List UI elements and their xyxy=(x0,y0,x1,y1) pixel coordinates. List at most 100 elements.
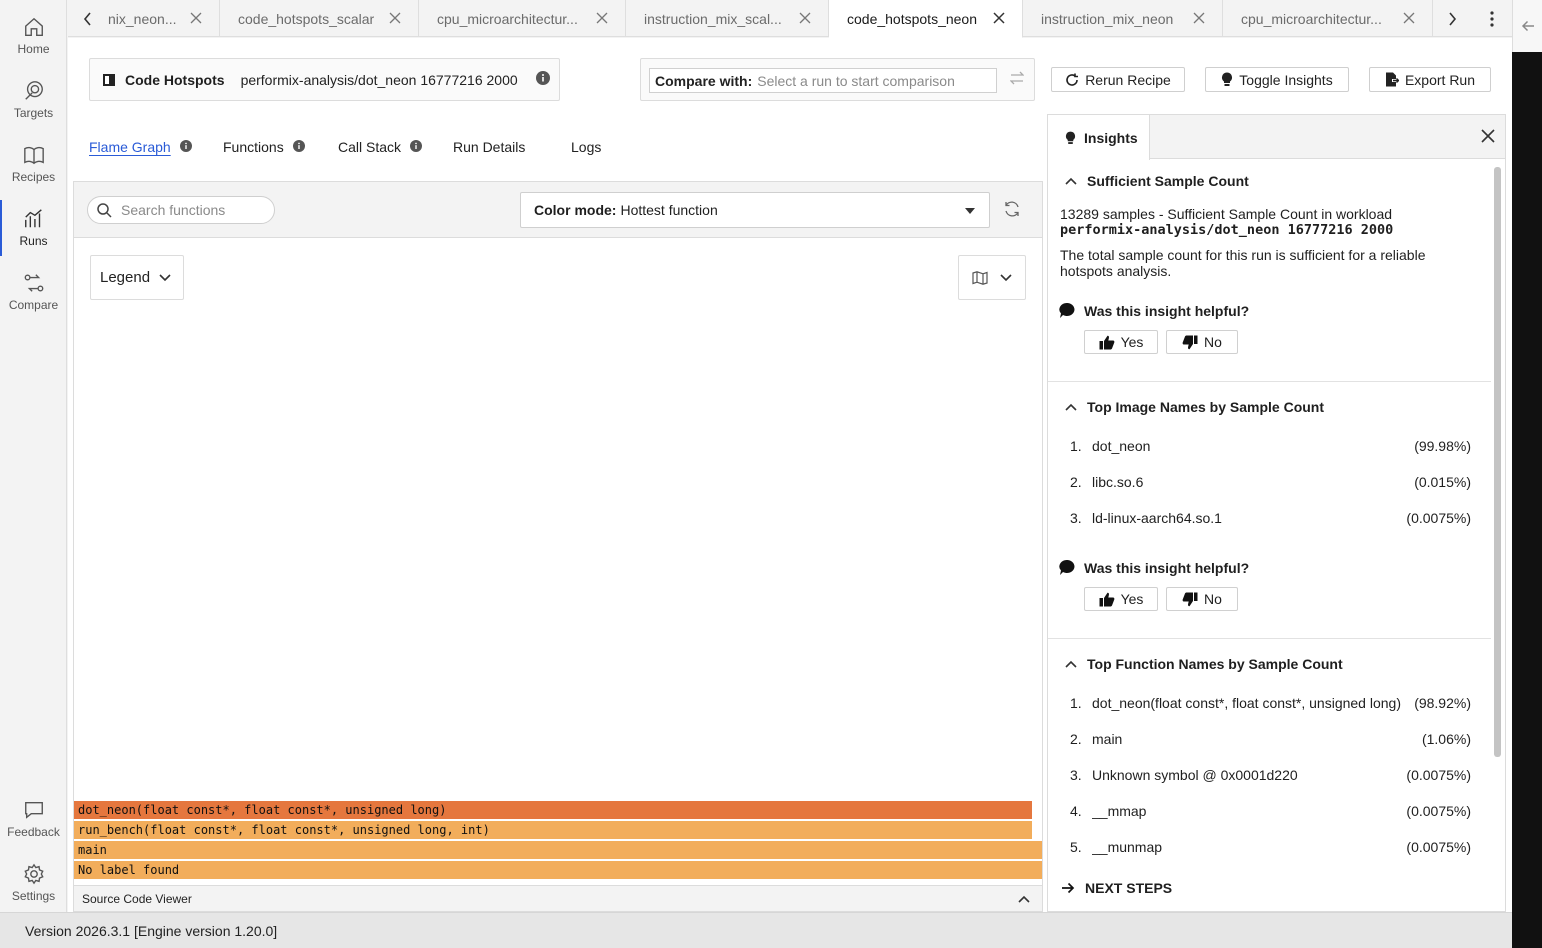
tab-item-active[interactable]: code_hotspots_neon xyxy=(829,0,1023,38)
list-item-pct: (0.015%) xyxy=(1414,474,1471,490)
book-icon xyxy=(103,73,115,86)
lightbulb-icon xyxy=(1222,72,1233,86)
helpful-question: Was this insight helpful? xyxy=(1059,559,1249,576)
legend-toggle[interactable]: Legend xyxy=(90,255,184,300)
compare-placeholder: Select a run to start comparison xyxy=(757,72,955,89)
nav-label: Runs xyxy=(19,234,48,248)
source-viewer-label: Source Code Viewer xyxy=(82,891,192,906)
list-item: 3. ld-linux-aarch64.so.1 (0.0075%) xyxy=(1070,508,1471,528)
tab-scroll-right-button[interactable] xyxy=(1434,0,1470,37)
tab-label: Call Stack xyxy=(338,139,402,155)
tab-item[interactable]: instruction_mix_scal... xyxy=(626,0,829,37)
next-steps-header[interactable]: NEXT STEPS xyxy=(1061,880,1172,896)
close-icon[interactable] xyxy=(187,9,205,27)
no-button[interactable]: No xyxy=(1166,587,1238,611)
section-top-functions-toggle[interactable]: Top Function Names by Sample Count xyxy=(1065,656,1343,672)
section-top-images-toggle[interactable]: Top Image Names by Sample Count xyxy=(1065,399,1324,415)
nav-label: Targets xyxy=(13,106,54,120)
list-item: 1. dot_neon (99.98%) xyxy=(1070,436,1471,456)
source-code-viewer-bar[interactable]: Source Code Viewer xyxy=(74,885,1042,911)
tab-run-details[interactable]: Run Details xyxy=(453,135,525,159)
nav-item-compare[interactable]: Compare xyxy=(0,262,67,322)
list-item: 3. Unknown symbol @ 0x0001d220 (0.0075%) xyxy=(1070,765,1471,785)
tab-label: code_hotspots_neon xyxy=(847,10,977,27)
minimap-toggle[interactable] xyxy=(958,255,1026,300)
tab-label: cpu_microarchitectur... xyxy=(1241,10,1382,27)
tab-item[interactable]: instruction_mix_neon xyxy=(1023,0,1223,37)
list-item: 5. __munmap (0.0075%) xyxy=(1070,837,1471,857)
list-item-name: main xyxy=(1092,731,1123,747)
reset-zoom-icon[interactable] xyxy=(1003,200,1021,221)
close-icon[interactable] xyxy=(1190,9,1208,27)
caret-down-icon xyxy=(965,208,975,214)
section-title: Top Image Names by Sample Count xyxy=(1087,399,1325,415)
tab-item[interactable]: cpu_microarchitectur... xyxy=(419,0,626,37)
list-item-pct: (0.0075%) xyxy=(1406,839,1471,855)
section-sample-count-toggle[interactable]: Sufficient Sample Count xyxy=(1065,173,1249,189)
tab-overflow-menu-button[interactable] xyxy=(1474,0,1510,37)
close-icon[interactable] xyxy=(796,9,814,27)
export-run-button[interactable]: Export Run xyxy=(1369,67,1491,92)
tab-label: instruction_mix_scal... xyxy=(644,10,782,27)
insights-scrollbar[interactable] xyxy=(1494,167,1501,757)
list-item-rank: 2. xyxy=(1070,474,1082,490)
list-item-name: dot_neon xyxy=(1092,438,1151,454)
collapse-panel-button[interactable] xyxy=(1512,0,1542,52)
no-button[interactable]: No xyxy=(1166,330,1238,354)
home-icon xyxy=(24,17,43,36)
info-icon[interactable] xyxy=(535,71,550,88)
close-icon[interactable] xyxy=(1481,129,1495,146)
tab-logs[interactable]: Logs xyxy=(571,135,601,159)
tab-label: instruction_mix_neon xyxy=(1041,10,1174,27)
chevron-up-icon xyxy=(1065,660,1077,668)
close-icon[interactable] xyxy=(1400,9,1418,27)
nav-label: Settings xyxy=(11,889,56,903)
info-icon[interactable] xyxy=(410,139,423,155)
yes-button[interactable]: Yes xyxy=(1084,330,1158,354)
nav-item-recipes[interactable]: Recipes xyxy=(0,134,67,194)
flame-frame[interactable]: main xyxy=(74,841,1042,860)
chevron-right-icon xyxy=(1449,11,1457,26)
button-label: Rerun Recipe xyxy=(1085,71,1171,88)
yes-button[interactable]: Yes xyxy=(1084,587,1158,611)
toggle-insights-button[interactable]: Toggle Insights xyxy=(1205,67,1349,92)
nav-item-settings[interactable]: Settings xyxy=(0,853,67,913)
nav-item-targets[interactable]: Targets xyxy=(0,70,67,130)
flame-frame[interactable]: No label found xyxy=(74,861,1042,880)
nav-item-runs[interactable]: Runs xyxy=(0,198,67,258)
list-item-pct: (99.98%) xyxy=(1414,438,1471,454)
more-vertical-icon xyxy=(1490,10,1494,27)
info-icon[interactable] xyxy=(179,139,192,155)
flame-frame[interactable]: run_bench(float const*, float const*, un… xyxy=(74,821,1032,840)
list-item-pct: (0.0075%) xyxy=(1406,803,1471,819)
tab-insights[interactable]: Insights xyxy=(1048,115,1150,160)
compare-panel: Compare with: Select a run to start comp… xyxy=(640,58,1035,101)
rerun-recipe-button[interactable]: Rerun Recipe xyxy=(1051,67,1185,92)
tab-item[interactable]: cpu_microarchitectur... xyxy=(1223,0,1433,37)
nav-item-feedback[interactable]: Feedback xyxy=(0,789,67,849)
swap-icon[interactable] xyxy=(1009,71,1025,88)
section-title: Sufficient Sample Count xyxy=(1087,173,1249,189)
close-icon[interactable] xyxy=(593,9,611,27)
flame-frame[interactable]: dot_neon(float const*, float const*, uns… xyxy=(74,801,1032,820)
list-item-rank: 1. xyxy=(1070,695,1082,711)
nav-item-home[interactable]: Home xyxy=(0,6,67,66)
yes-label: Yes xyxy=(1120,591,1144,607)
search-icon xyxy=(97,202,112,218)
compare-icon xyxy=(24,274,43,292)
close-icon[interactable] xyxy=(386,9,404,27)
run-name: performix-analysis/dot_neon 16777216 200… xyxy=(240,71,518,88)
close-icon[interactable] xyxy=(990,9,1008,27)
color-mode-select[interactable]: Color mode: Hottest function xyxy=(520,192,990,228)
tab-call-stack[interactable]: Call Stack xyxy=(338,135,423,159)
insights-body: Sufficient Sample Count 13289 samples - … xyxy=(1048,160,1491,911)
compare-run-select[interactable]: Compare with: Select a run to start comp… xyxy=(649,68,997,93)
tab-flame-graph[interactable]: Flame Graph xyxy=(89,135,192,159)
search-input[interactable]: Search functions xyxy=(87,196,275,224)
tab-functions[interactable]: Functions xyxy=(223,135,305,159)
tab-item[interactable]: code_hotspots_scalar xyxy=(220,0,419,37)
next-steps-label: NEXT STEPS xyxy=(1085,880,1173,896)
chevron-up-icon[interactable] xyxy=(1018,892,1030,906)
info-icon[interactable] xyxy=(292,139,305,155)
tab-item[interactable]: nix_neon... xyxy=(90,0,220,37)
